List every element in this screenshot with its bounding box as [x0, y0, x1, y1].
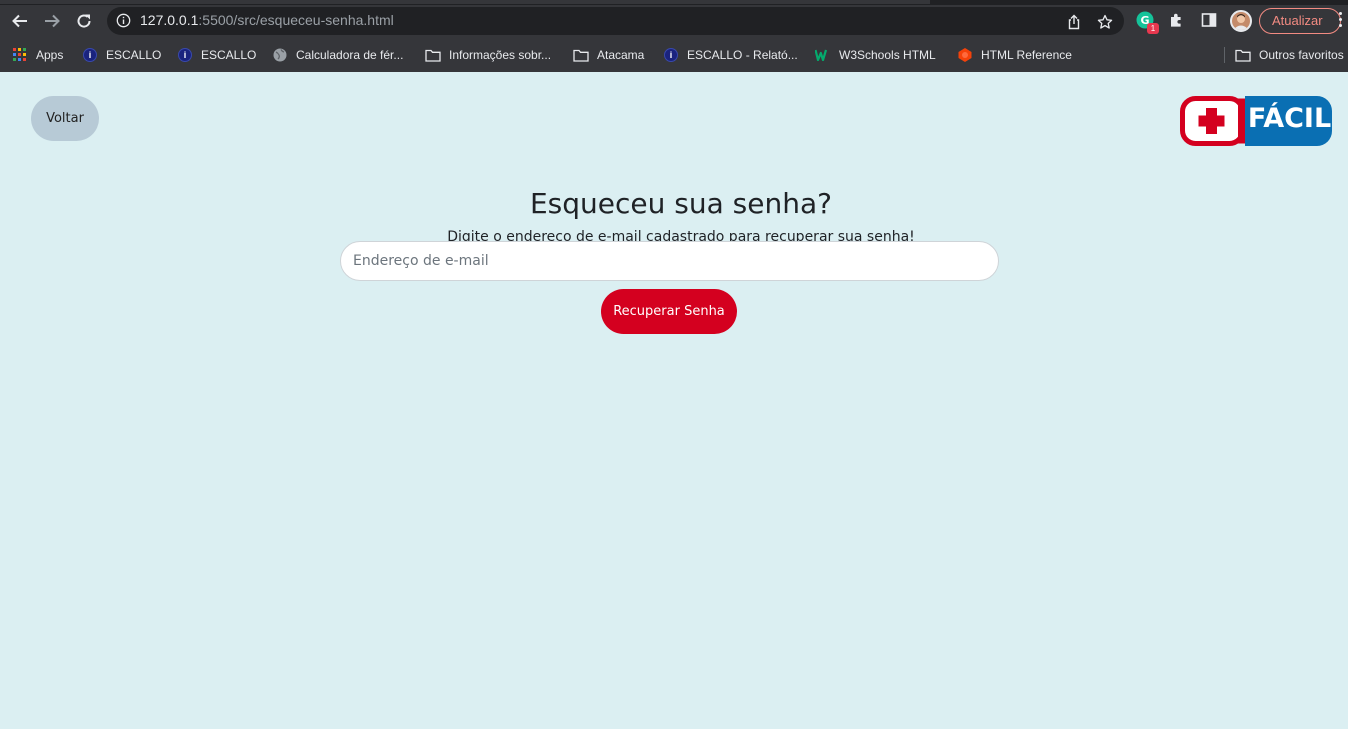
bookmark-other-favorites[interactable]: Outros favoritos — [1235, 45, 1344, 65]
bookmark-star-icon[interactable] — [1097, 14, 1113, 30]
bookmark-informacoes[interactable]: Informações sobr... — [425, 45, 551, 65]
bookmark-label: Apps — [36, 48, 64, 62]
escallo-icon: i — [177, 47, 193, 63]
folder-icon — [1235, 47, 1251, 63]
url-path: :5500/src/esqueceu-senha.html — [198, 12, 394, 28]
bookmark-label: Informações sobr... — [449, 48, 552, 62]
reload-icon[interactable] — [72, 9, 96, 33]
email-input[interactable] — [340, 241, 999, 281]
browser-menu-icon[interactable] — [1338, 12, 1344, 30]
browser-chrome: 127.0.0.1:5500/src/esqueceu-senha.html G… — [0, 0, 1348, 72]
profile-avatar[interactable] — [1230, 10, 1252, 32]
url-host: 127.0.0.1 — [140, 12, 199, 28]
bookmark-label: Calculadora de fér... — [296, 48, 404, 62]
url-text: 127.0.0.1:5500/src/esqueceu-senha.html — [140, 12, 394, 28]
bookmark-atacama[interactable]: Atacama — [573, 45, 644, 65]
side-panel-icon[interactable] — [1199, 10, 1219, 30]
active-tab-edge — [0, 0, 930, 4]
bookmark-calculadora[interactable]: Calculadora de fér... — [272, 45, 403, 65]
recover-password-button[interactable]: Recuperar Senha — [601, 289, 737, 334]
bookmark-escallo-2[interactable]: i ESCALLO — [177, 45, 256, 65]
apps-grid-icon — [12, 47, 28, 63]
back-arrow-icon[interactable] — [8, 9, 32, 33]
bookmark-label: HTML Reference — [981, 48, 1072, 62]
bookmark-label: Outros favoritos — [1259, 48, 1344, 62]
extensions-puzzle-icon[interactable] — [1167, 10, 1187, 30]
forward-arrow-icon[interactable] — [40, 9, 64, 33]
w3schools-icon — [815, 47, 831, 63]
back-button[interactable]: Voltar — [31, 96, 99, 141]
escallo-icon: i — [663, 47, 679, 63]
bookmark-label: ESCALLO — [106, 48, 162, 62]
bookmark-label: W3Schools HTML — [839, 48, 936, 62]
bookmark-escallo-1[interactable]: i ESCALLO — [82, 45, 161, 65]
folder-icon — [573, 47, 589, 63]
globe-icon — [272, 47, 288, 63]
tab-strip — [0, 0, 1348, 5]
share-icon[interactable] — [1066, 14, 1082, 30]
bookmarks-bar: Apps i ESCALLO i ESCALLO Calculadora de … — [0, 42, 1348, 68]
brand-logo[interactable]: FÁCIL — [1180, 96, 1332, 146]
folder-icon — [425, 47, 441, 63]
bookmark-apps[interactable]: Apps — [12, 45, 63, 65]
page-title: Esqueceu sua senha? — [529, 186, 832, 220]
logo-text: FÁCIL — [1247, 103, 1332, 134]
update-button[interactable]: Atualizar — [1259, 8, 1341, 34]
bookmark-label: ESCALLO - Relató... — [687, 48, 798, 62]
site-info-icon[interactable] — [116, 13, 131, 33]
page-content: Voltar FÁCIL Esqueceu sua senha? Digite … — [0, 72, 1348, 729]
extension-badge: 1 — [1147, 23, 1159, 34]
html-reference-icon — [957, 47, 973, 63]
bookmark-w3schools[interactable]: W3Schools HTML — [815, 45, 936, 65]
bookmarks-separator — [1224, 47, 1225, 63]
bookmark-html-reference[interactable]: HTML Reference — [957, 45, 1072, 65]
escallo-icon: i — [82, 47, 98, 63]
bookmark-label: ESCALLO — [201, 48, 257, 62]
bookmark-label: Atacama — [597, 48, 645, 62]
bookmark-escallo-relatorio[interactable]: i ESCALLO - Relató... — [663, 45, 798, 65]
address-bar[interactable]: 127.0.0.1:5500/src/esqueceu-senha.html — [107, 7, 1124, 35]
